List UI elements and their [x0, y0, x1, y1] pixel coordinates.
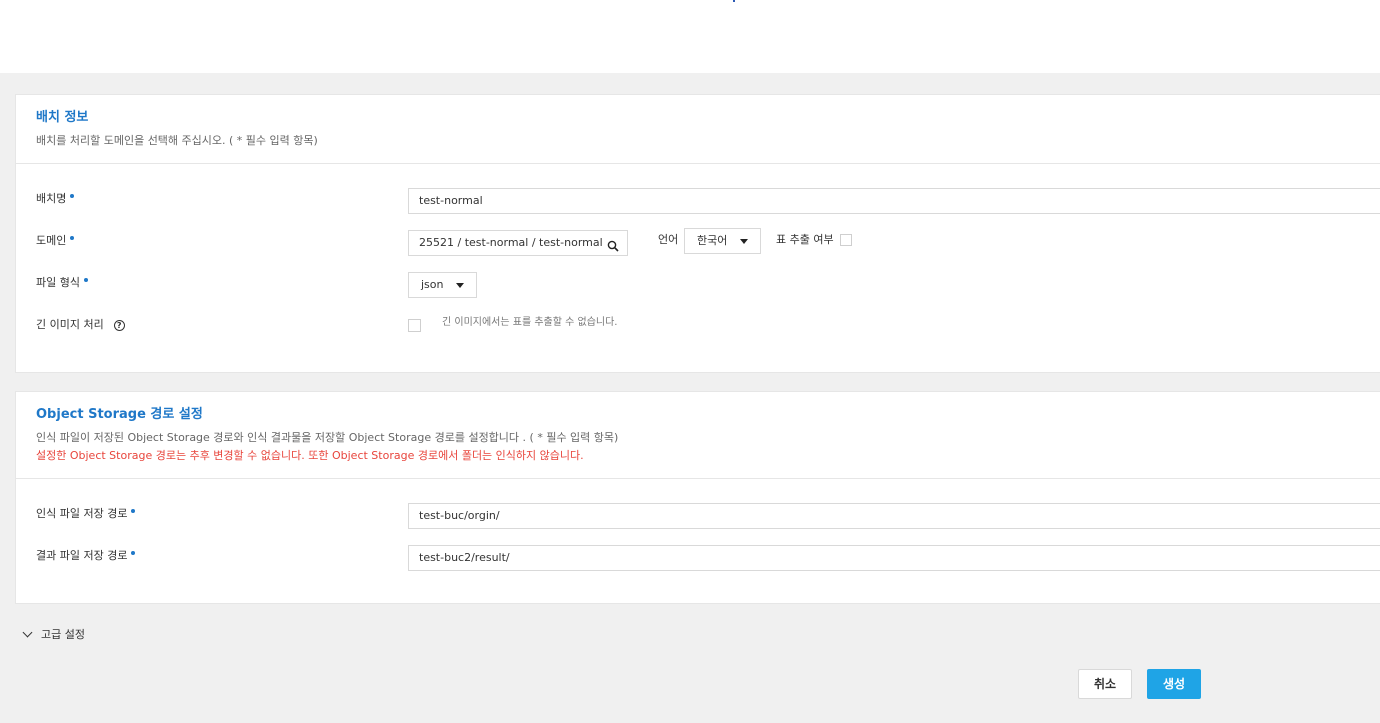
input-path-label-text: 인식 파일 저장 경로	[36, 507, 128, 520]
help-icon[interactable]: ?	[113, 319, 125, 331]
top-bar-dot	[733, 0, 735, 2]
input-path-input[interactable]	[419, 504, 1380, 528]
advanced-settings-toggle[interactable]: 고급 설정	[22, 627, 85, 643]
domain-label: 도메인	[36, 233, 75, 249]
language-label: 언어	[658, 233, 679, 246]
storage-card: Object Storage 경로 설정 인식 파일이 저장된 Object S…	[15, 391, 1380, 604]
batch-info-title: 배치 정보	[36, 110, 89, 125]
file-format-label: 파일 형식	[36, 275, 88, 291]
batch-info-divider	[16, 163, 1380, 164]
long-image-hint: 긴 이미지에서는 표를 추출할 수 없습니다.	[442, 317, 618, 328]
domain-field[interactable]: 25521 / test-normal / test-normal	[408, 230, 628, 256]
storage-warning: 설정한 Object Storage 경로는 추후 변경할 수 없습니다. 또한…	[36, 449, 584, 462]
language-select[interactable]: 한국어	[684, 228, 761, 254]
table-extract-checkbox[interactable]	[840, 234, 852, 246]
create-button[interactable]: 생성	[1147, 669, 1201, 699]
advanced-settings-label: 고급 설정	[41, 628, 85, 641]
storage-description: 인식 파일이 저장된 Object Storage 경로와 인식 결과물을 저장…	[36, 431, 619, 444]
cancel-button[interactable]: 취소	[1078, 669, 1132, 699]
batch-name-input[interactable]	[419, 189, 1380, 213]
file-format-label-text: 파일 형식	[36, 276, 80, 289]
table-extract-label: 표 추출 여부	[776, 233, 834, 246]
batch-info-card: 배치 정보 배치를 처리할 도메인을 선택해 주십시오. ( * 필수 입력 항…	[15, 94, 1380, 373]
long-image-checkbox[interactable]	[408, 319, 421, 332]
input-path-field[interactable]	[408, 503, 1380, 529]
long-image-label: 긴 이미지 처리?	[36, 317, 125, 333]
file-format-select[interactable]: json	[408, 272, 477, 298]
batch-name-field[interactable]	[408, 188, 1380, 214]
storage-header: Object Storage 경로 설정 인식 파일이 저장된 Object S…	[36, 406, 618, 465]
domain-label-text: 도메인	[36, 234, 67, 247]
output-path-input[interactable]	[419, 546, 1380, 570]
batch-info-header: 배치 정보 배치를 처리할 도메인을 선택해 주십시오. ( * 필수 입력 항…	[36, 109, 318, 150]
required-marker	[83, 278, 88, 282]
search-icon[interactable]	[607, 237, 619, 252]
output-path-label: 결과 파일 저장 경로	[36, 548, 136, 564]
language-value: 한국어	[697, 234, 728, 247]
required-marker	[70, 236, 75, 240]
domain-value: 25521 / test-normal / test-normal	[419, 236, 603, 249]
output-path-field[interactable]	[408, 545, 1380, 571]
storage-divider	[16, 478, 1380, 479]
chevron-down-icon	[22, 627, 33, 638]
long-image-label-text: 긴 이미지 처리	[36, 318, 104, 331]
input-path-label: 인식 파일 저장 경로	[36, 506, 136, 522]
batch-name-label-text: 배치명	[36, 192, 67, 205]
chevron-down-icon	[740, 239, 748, 244]
required-marker	[70, 194, 75, 198]
batch-info-description: 배치를 처리할 도메인을 선택해 주십시오. ( * 필수 입력 항목)	[36, 134, 318, 147]
storage-title: Object Storage 경로 설정	[36, 407, 203, 422]
top-bar	[0, 0, 1380, 73]
output-path-label-text: 결과 파일 저장 경로	[36, 549, 128, 562]
required-marker	[131, 509, 136, 513]
file-format-value: json	[421, 278, 444, 291]
chevron-down-icon	[456, 283, 464, 288]
required-marker	[131, 551, 136, 555]
batch-name-label: 배치명	[36, 191, 75, 207]
